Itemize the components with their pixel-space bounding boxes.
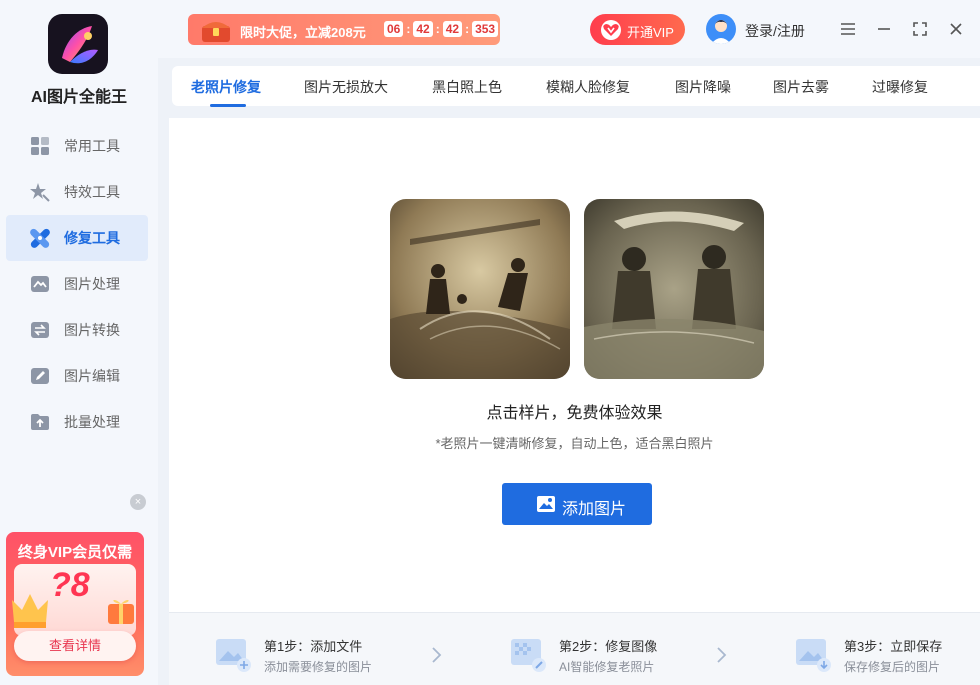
chevron-right-icon [714, 646, 728, 664]
add-image-button[interactable]: 添加图片 [502, 483, 652, 525]
step-1-title: 第1步：添加文件 [264, 639, 363, 654]
app-logo [48, 14, 108, 74]
open-vip-button[interactable]: 开通VIP [590, 14, 685, 45]
promo-banner[interactable]: 限时大促，立减208元 06 : 42 : 42 : 353 [188, 14, 500, 45]
steps-bar: 第1步：添加文件 添加需要修复的图片 第2步：修复图像 AI智能修复老照片 第3… [169, 612, 980, 685]
add-image-icon [536, 494, 556, 514]
avatar[interactable] [706, 14, 736, 44]
tab-colorize[interactable]: 黑白照上色 [432, 77, 502, 97]
minimize-icon[interactable] [873, 18, 895, 40]
timer-milliseconds: 353 [472, 21, 499, 37]
save-icon [794, 635, 832, 673]
close-ad-button[interactable]: × [130, 494, 146, 510]
vip-price: ?8 [50, 566, 90, 604]
add-file-icon [214, 635, 252, 673]
vip-details-button[interactable]: 查看详情 [14, 631, 136, 661]
tab-overexposure-repair[interactable]: 过曝修复 [872, 77, 928, 97]
step-3-subtitle: 保存修复后的图片 [844, 660, 941, 674]
maximize-icon[interactable] [909, 18, 931, 40]
sidebar-item-label: 特效工具 [64, 184, 120, 200]
sample-photo-1[interactable] [390, 199, 570, 379]
repair-image-icon [509, 635, 547, 673]
sidebar-item-label: 常用工具 [64, 138, 120, 154]
sidebar-item-image-convert[interactable]: 图片转换 [6, 307, 148, 353]
top-bar: 限时大促，立减208元 06 : 42 : 42 : 353 开通VIP 登录/… [158, 0, 980, 58]
treasure-chest-icon [202, 22, 230, 42]
active-tab-indicator [210, 104, 246, 107]
sidebar-item-repair-tools[interactable]: 修复工具 [6, 215, 148, 261]
sidebar: AI图片全能王 常用工具 特效工具 修复工具 图片处理 图片转换 图片编辑 批量… [0, 0, 158, 685]
step-3-title: 第3步：立即保存 [844, 639, 943, 654]
tab-blurry-face-repair[interactable]: 模糊人脸修复 [546, 77, 630, 97]
step-2-subtitle: AI智能修复老照片 [559, 660, 655, 674]
crown-gift-icon [12, 594, 48, 628]
tool-tabs: 老照片修复 图片无损放大 黑白照上色 模糊人脸修复 图片降噪 图片去雾 过曝修复 [172, 66, 980, 107]
tab-old-photo-repair[interactable]: 老照片修复 [191, 77, 261, 97]
tab-dehaze[interactable]: 图片去雾 [773, 77, 829, 97]
chevron-right-icon [429, 646, 443, 664]
sidebar-item-image-edit[interactable]: 图片编辑 [6, 353, 148, 399]
sidebar-item-label: 图片转换 [64, 322, 120, 338]
timer-seconds: 42 [442, 21, 463, 37]
timer-minutes: 42 [413, 21, 433, 37]
image-icon [30, 274, 50, 294]
convert-icon [30, 320, 50, 340]
sidebar-item-batch[interactable]: 批量处理 [6, 399, 148, 445]
menu-icon[interactable] [837, 18, 859, 40]
add-image-label: 添加图片 [562, 501, 627, 518]
sidebar-item-effect-tools[interactable]: 特效工具 [6, 169, 148, 215]
sidebar-item-common-tools[interactable]: 常用工具 [6, 123, 148, 169]
login-register-link[interactable]: 登录/注册 [745, 21, 805, 41]
promo-text: 限时大促，立减208元 [240, 25, 366, 40]
sidebar-item-label: 图片编辑 [64, 368, 120, 384]
vip-heart-icon [601, 20, 621, 40]
edit-icon [30, 366, 50, 386]
close-icon[interactable] [945, 18, 967, 40]
vip-promo-card[interactable]: 终身VIP会员仅需 ?8 查看详情 [6, 532, 144, 676]
sample-caption: 点击样片，免费体验效果 [486, 405, 663, 422]
sidebar-item-label: 图片处理 [64, 276, 120, 292]
bandage-icon [30, 228, 50, 248]
app-name: AI图片全能王 [30, 89, 127, 106]
main-panel: 点击样片，免费体验效果 *老照片一键清晰修复，自动上色，适合黑白照片 添加图片 [169, 118, 980, 612]
vip-card-title: 终身VIP会员仅需 [17, 544, 133, 561]
open-vip-label: 开通VIP [627, 25, 674, 40]
feature-description: *老照片一键清晰修复，自动上色，适合黑白照片 [435, 436, 714, 451]
tab-denoise[interactable]: 图片降噪 [675, 77, 731, 97]
gift-box-icon [108, 599, 134, 624]
timer-hours: 06 [384, 21, 404, 37]
step-1-subtitle: 添加需要修复的图片 [264, 660, 373, 674]
sidebar-nav: 常用工具 特效工具 修复工具 图片处理 图片转换 图片编辑 批量处理 [6, 123, 148, 445]
star-wand-icon [30, 182, 50, 202]
sidebar-item-label: 修复工具 [64, 230, 120, 246]
sidebar-item-label: 批量处理 [64, 414, 120, 430]
countdown-timer: 06 : 42 : 42 : 353 [384, 21, 499, 37]
sample-photo-2[interactable] [584, 199, 764, 379]
grid-icon [30, 136, 50, 156]
tab-lossless-upscale[interactable]: 图片无损放大 [304, 77, 388, 97]
sidebar-item-image-processing[interactable]: 图片处理 [6, 261, 148, 307]
batch-upload-icon [30, 412, 50, 432]
step-2-title: 第2步：修复图像 [559, 639, 658, 654]
